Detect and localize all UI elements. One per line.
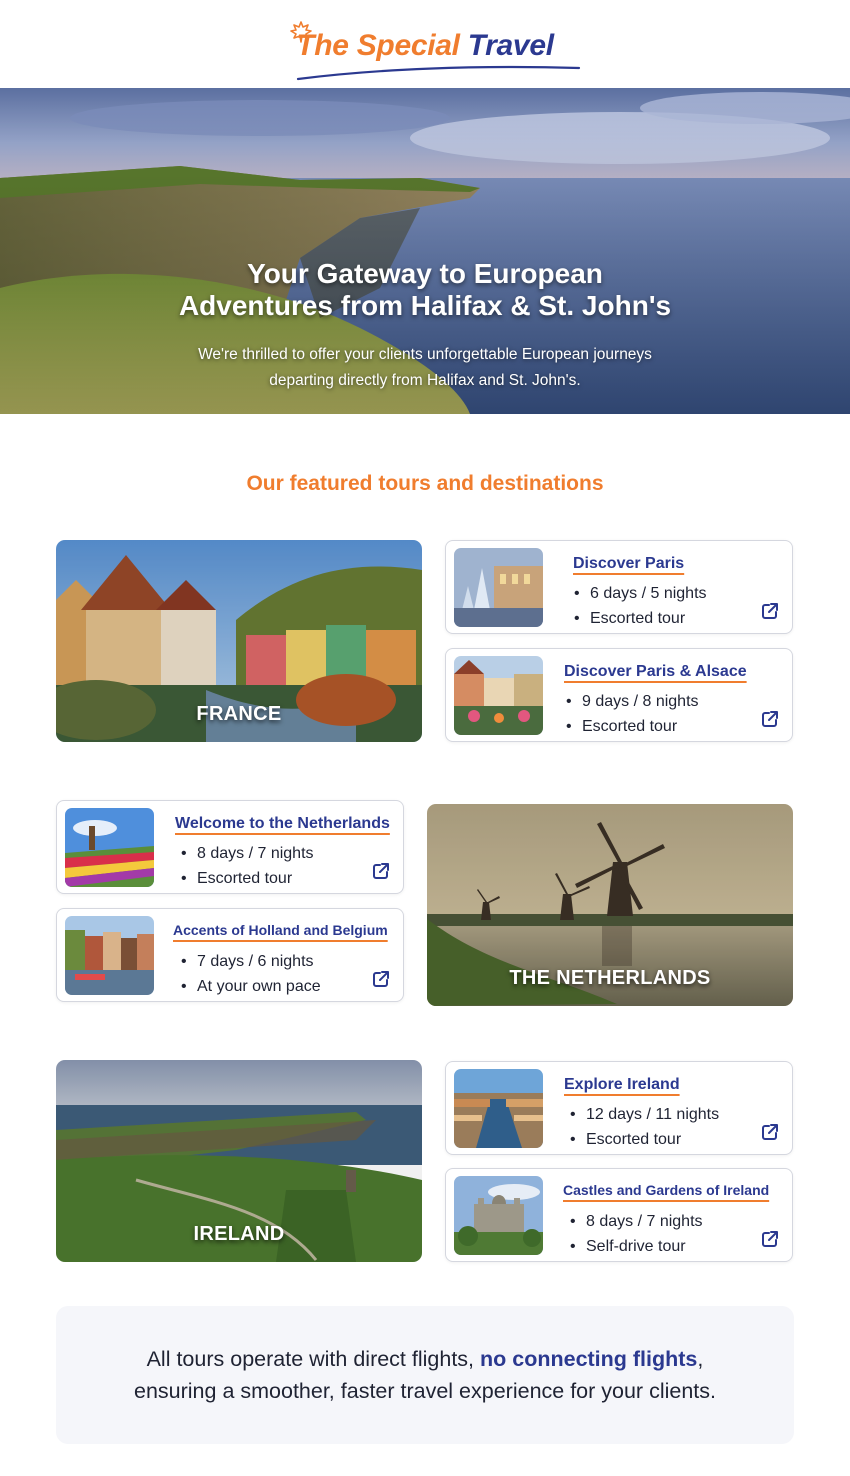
tour-type: Escorted tour [574,606,707,631]
direct-flights-note: All tours operate with direct flights, n… [56,1306,794,1444]
external-link-icon[interactable] [371,969,391,989]
note-before: All tours operate with direct flights, [146,1347,475,1371]
tour-duration: 12 days / 11 nights [570,1102,719,1127]
tour-thumbnail-amsterdam [65,916,154,995]
note-after: , [697,1347,704,1371]
note-line-2: ensuring a smoother, faster travel exper… [134,1379,716,1403]
tour-title-link[interactable]: Explore Ireland [564,1076,680,1094]
brand-word-1: The Special [296,29,460,62]
tour-card-castles-gardens-ireland[interactable]: Castles and Gardens of Ireland 8 days / … [445,1168,793,1262]
tour-details: 12 days / 11 nights Escorted tour [570,1102,719,1152]
brand-logo[interactable]: The Special Travel [290,21,581,81]
tour-type: Self-drive tour [570,1234,703,1259]
tour-duration: 8 days / 7 nights [570,1209,703,1234]
tour-card-welcome-netherlands[interactable]: Welcome to the Netherlands 8 days / 7 ni… [56,800,404,894]
hero-title-line-1: Your Gateway to European [247,258,603,289]
destination-label-netherlands: THE NETHERLANDS [509,967,711,989]
external-link-icon[interactable] [371,861,391,881]
destination-label-france: FRANCE [196,703,282,725]
logo-swoosh [297,65,581,81]
tour-details: 8 days / 7 nights Self-drive tour [570,1209,703,1259]
external-link-icon[interactable] [760,709,780,729]
tour-duration: 8 days / 7 nights [181,841,314,866]
tour-details: 7 days / 6 nights At your own pace [181,949,321,999]
tour-type: Escorted tour [570,1127,719,1152]
tour-card-discover-paris-alsace[interactable]: Discover Paris & Alsace 9 days / 8 night… [445,648,793,742]
tour-duration: 7 days / 6 nights [181,949,321,974]
hero-subtitle-line-2: departing directly from Halifax and St. … [269,372,581,389]
tour-type: Escorted tour [181,866,314,891]
section-heading: Our featured tours and destinations [246,472,604,495]
external-link-icon[interactable] [760,1229,780,1249]
destination-card-netherlands[interactable]: THE NETHERLANDS [427,804,793,1006]
note-line-1: All tours operate with direct flights, n… [134,1343,716,1375]
tour-type: At your own pace [181,974,321,999]
brand-word-2: Travel [467,29,554,62]
external-link-icon[interactable] [760,601,780,621]
tour-thumbnail-tulips [65,808,154,887]
hero-title: Your Gateway to European Adventures from… [0,258,850,322]
tour-thumbnail-castle [454,1176,543,1255]
tour-card-holland-belgium[interactable]: Accents of Holland and Belgium 7 days / … [56,908,404,1002]
tour-title-link[interactable]: Welcome to the Netherlands [175,815,390,833]
tour-thumbnail-dublin [454,1069,543,1148]
tour-title-link[interactable]: Accents of Holland and Belgium [173,922,388,938]
tour-card-discover-paris[interactable]: Discover Paris 6 days / 5 nights Escorte… [445,540,793,634]
header: The Special Travel [0,0,850,88]
hero-banner: Your Gateway to European Adventures from… [0,88,850,414]
hero-title-line-2: Adventures from Halifax & St. John's [178,290,672,321]
tour-title-link[interactable]: Discover Paris [573,555,684,573]
maple-leaf-icon [290,21,313,43]
tour-thumbnail-paris [454,548,543,627]
tour-duration: 6 days / 5 nights [574,581,707,606]
tour-card-explore-ireland[interactable]: Explore Ireland 12 days / 11 nights Esco… [445,1061,793,1155]
note-text: All tours operate with direct flights, n… [134,1343,716,1407]
tour-details: 6 days / 5 nights Escorted tour [574,581,707,631]
tour-type: Escorted tour [566,714,699,739]
tour-details: 9 days / 8 nights Escorted tour [566,689,699,739]
note-highlight: no connecting flights [480,1347,698,1371]
tour-duration: 9 days / 8 nights [566,689,699,714]
tour-details: 8 days / 7 nights Escorted tour [181,841,314,891]
destination-label-ireland: IRELAND [193,1223,285,1245]
hero-subtitle-line-1: We're thrilled to offer your clients unf… [198,346,652,363]
tour-title-link[interactable]: Castles and Gardens of Ireland [563,1182,769,1198]
external-link-icon[interactable] [760,1122,780,1142]
hero-subtitle: We're thrilled to offer your clients unf… [0,342,850,394]
destination-card-france[interactable]: FRANCE [56,540,422,742]
destination-card-ireland[interactable]: IRELAND [56,1060,422,1262]
tour-title-link[interactable]: Discover Paris & Alsace [564,663,747,681]
tour-thumbnail-alsace [454,656,543,735]
